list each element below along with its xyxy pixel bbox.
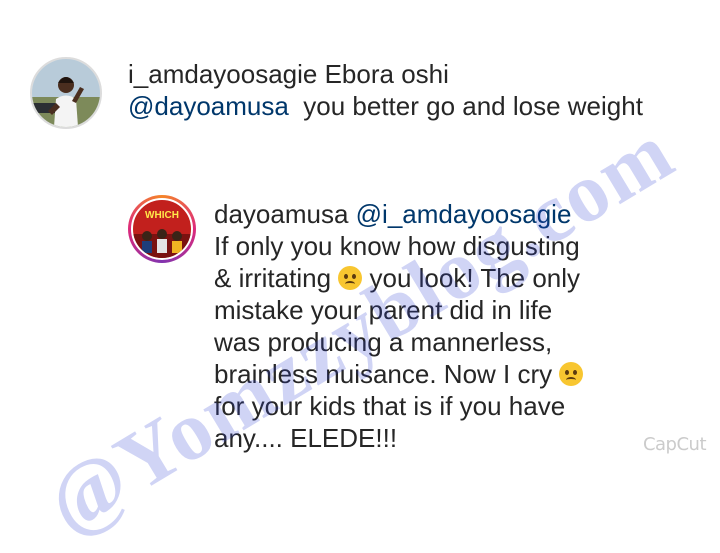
comment-2-line-2a: & irritating [214,263,332,293]
comment-1-mention[interactable]: @dayoamusa [128,91,289,121]
comment-2-line-5a: brainless nuisance. Now I cry [214,359,553,389]
comment-1-text-rest: you better go and lose weight [288,91,643,121]
comment-2: dayoamusa @i_amdayoosagie If only you kn… [214,198,684,454]
comment-1-text-lead: Ebora oshi [324,59,449,89]
comment-2-line-1: If only you know how disgusting [214,231,580,261]
person-photo-icon [32,59,100,127]
comment-2-line-2b: you look! The only [362,263,581,293]
comment-2-line-3: mistake your parent did in life [214,295,553,325]
avatar-dayoamusa-image: WHICH [131,198,193,260]
frowning-face-emoji-icon [559,362,584,386]
poster-people-icon [133,229,191,258]
comment-2-line-4: was producing a mannerless, [214,327,553,357]
comment-2-line-7: any.... ELEDE!!! [214,423,398,453]
capcut-watermark: CapCut [642,434,707,455]
comment-2-line-6: for your kids that is if you have [214,391,566,421]
comment-1-username[interactable]: i_amdayoosagie [128,59,317,89]
comment-2-username[interactable]: dayoamusa [214,199,348,229]
comment-2-mention[interactable]: @i_amdayoosagie [356,199,572,229]
angry-face-emoji-icon [338,266,363,290]
avatar-i-amdayoosagie[interactable] [30,57,102,129]
avatar-dayoamusa[interactable]: WHICH [128,195,196,263]
comment-1: i_amdayoosagie Ebora oshi @dayoamusa you… [128,58,688,122]
